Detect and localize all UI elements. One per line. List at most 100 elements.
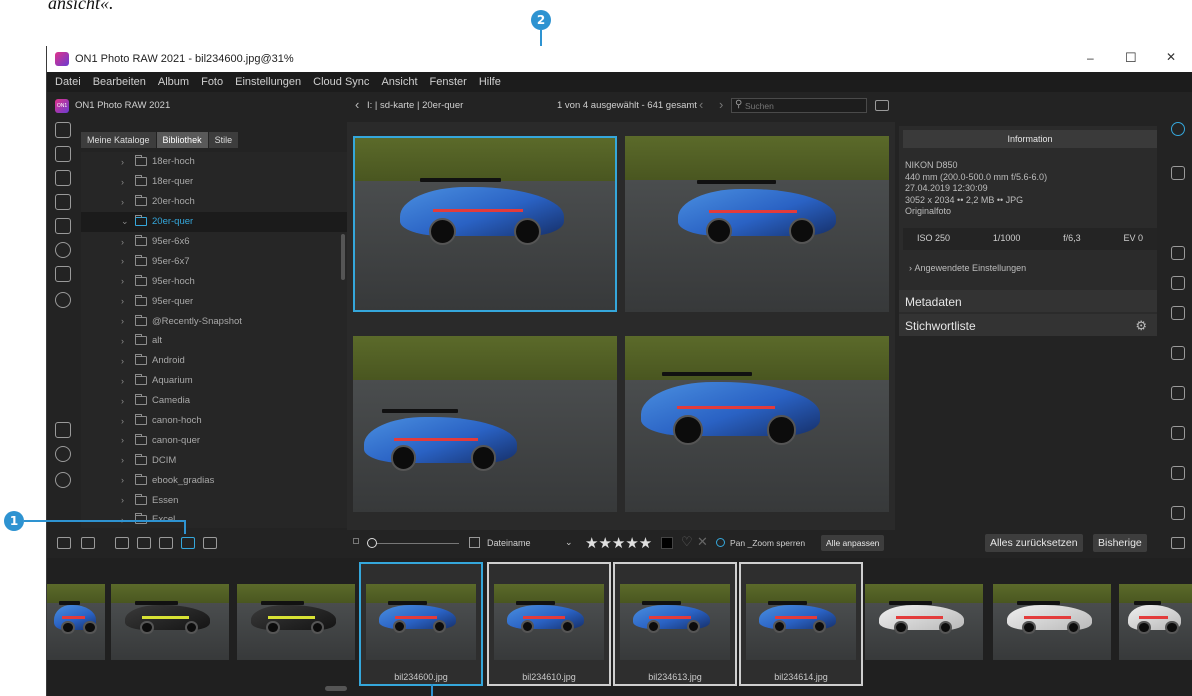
portrait-icon[interactable] <box>1171 306 1185 320</box>
upload-icon[interactable] <box>1171 506 1185 520</box>
print-icon[interactable] <box>1171 426 1185 440</box>
tab-my-catalogs[interactable]: Meine Kataloge <box>81 132 156 148</box>
cloud-icon[interactable] <box>55 242 71 258</box>
chevron-right-icon[interactable]: › <box>121 336 131 346</box>
folder-item[interactable]: › canon-quer <box>81 430 347 450</box>
sun-icon[interactable] <box>55 292 71 308</box>
reset-all-button[interactable]: Alles zurücksetzen <box>985 534 1083 552</box>
map-view-icon[interactable] <box>203 537 217 549</box>
folder-item[interactable]: › 95er-6x6 <box>81 232 347 252</box>
chevron-right-icon[interactable]: › <box>121 356 131 366</box>
menu-item-1[interactable]: Bearbeiten <box>93 76 146 88</box>
fit-all-button[interactable]: Alle anpassen <box>821 535 885 551</box>
folder-item[interactable]: › ebook_gradias <box>81 470 347 490</box>
tab-styles[interactable]: Stile <box>208 132 239 148</box>
sort-chevron-icon[interactable]: ⌄ <box>565 537 573 548</box>
prev-arrow-icon[interactable]: ‹ <box>699 97 703 112</box>
layers-icon[interactable] <box>1171 246 1185 260</box>
next-arrow-icon[interactable]: › <box>719 97 723 112</box>
chevron-right-icon[interactable]: › <box>121 396 131 406</box>
develop-icon[interactable] <box>1171 166 1185 180</box>
filmstrip-icon[interactable] <box>81 537 95 549</box>
menu-item-2[interactable]: Album <box>158 76 189 88</box>
heart-icon[interactable]: ♡ <box>681 534 693 550</box>
folder-item[interactable]: › @Recently-Snapshot <box>81 311 347 331</box>
filmstrip-frame[interactable]: bil234610.jpg <box>487 562 611 686</box>
color-label-swatch[interactable] <box>661 537 673 549</box>
plus-icon[interactable] <box>55 122 71 138</box>
folder-item[interactable]: › alt <box>81 331 347 351</box>
chevron-right-icon[interactable]: › <box>121 197 131 207</box>
chevron-down-icon[interactable]: ⌄ <box>121 216 131 227</box>
filmstrip-frame[interactable]: bil234614.jpg <box>739 562 863 686</box>
chevron-right-icon[interactable]: › <box>121 435 131 445</box>
info-tab[interactable]: Information <box>903 130 1157 148</box>
tab-library[interactable]: Bibliothek <box>156 132 208 148</box>
filmstrip-frame[interactable]: bil234600.jpg <box>359 562 483 686</box>
folder-item[interactable]: › 95er-hoch <box>81 271 347 291</box>
chevron-right-icon[interactable]: › <box>121 495 131 505</box>
zoom-slider-thumb[interactable] <box>367 538 377 548</box>
filmstrip-view-icon[interactable] <box>159 537 173 549</box>
filmstrip-scroll-handle[interactable] <box>325 686 347 691</box>
pan-zoom-toggle[interactable] <box>716 538 725 547</box>
drive-icon[interactable] <box>55 218 71 234</box>
menu-item-5[interactable]: Cloud Sync <box>313 76 369 88</box>
gear-icon[interactable]: ⚙ <box>1135 318 1147 334</box>
panel-left-icon[interactable] <box>57 537 71 549</box>
filmstrip-thumb[interactable] <box>47 584 105 660</box>
rating-stars[interactable]: ★★★★★ <box>585 534 652 552</box>
filmstrip-thumb[interactable] <box>993 584 1111 660</box>
share-icon[interactable] <box>1171 466 1185 480</box>
chevron-right-icon[interactable]: › <box>121 455 131 465</box>
folder-item[interactable]: › 95er-6x7 <box>81 251 347 271</box>
grid-photo-2[interactable] <box>625 136 889 312</box>
breadcrumb[interactable]: I: | sd-karte | 20er-quer <box>367 100 463 111</box>
chevron-right-icon[interactable]: › <box>121 376 131 386</box>
monitor-icon[interactable] <box>55 146 71 162</box>
chevron-right-icon[interactable]: › <box>121 237 131 247</box>
folder-cloud-icon[interactable] <box>55 194 71 210</box>
menu-item-6[interactable]: Ansicht <box>381 76 417 88</box>
help-icon[interactable] <box>55 472 71 488</box>
panel-right-icon[interactable] <box>1171 537 1185 549</box>
chevron-right-icon[interactable]: › <box>121 296 131 306</box>
export-icon[interactable] <box>1171 386 1185 400</box>
grid-photo-1[interactable] <box>353 136 617 312</box>
maximize-button[interactable]: ☐ <box>1125 50 1137 66</box>
folder-item[interactable]: › 18er-hoch <box>81 152 347 172</box>
applied-settings-row[interactable]: › Angewendete Einstellungen <box>903 258 1157 280</box>
filmstrip-thumb[interactable] <box>865 584 983 660</box>
detail-view-icon[interactable] <box>137 537 151 549</box>
search-input[interactable] <box>745 100 863 111</box>
user-icon[interactable] <box>55 446 71 462</box>
menu-item-0[interactable]: Datei <box>55 76 81 88</box>
back-arrow-icon[interactable]: ‹ <box>355 97 359 112</box>
minimize-button[interactable]: – <box>1087 51 1094 65</box>
chevron-right-icon[interactable]: › <box>121 177 131 187</box>
chevron-right-icon[interactable]: › <box>121 316 131 326</box>
menu-item-4[interactable]: Einstellungen <box>235 76 301 88</box>
folder-item[interactable]: › Android <box>81 351 347 371</box>
albums-icon[interactable] <box>55 266 71 282</box>
chevron-right-icon[interactable]: › <box>121 256 131 266</box>
effects-icon[interactable] <box>1171 276 1185 290</box>
menu-item-3[interactable]: Foto <box>201 76 223 88</box>
previous-button[interactable]: Bisherige <box>1093 534 1147 552</box>
reject-icon[interactable]: ✕ <box>697 534 708 550</box>
grid-photo-4[interactable] <box>625 336 889 512</box>
plugin-icon[interactable] <box>55 422 71 438</box>
menu-item-8[interactable]: Hilfe <box>479 76 501 88</box>
sort-field[interactable]: Dateiname <box>487 538 531 548</box>
folder-item[interactable]: › Camedia <box>81 391 347 411</box>
browse-icon[interactable] <box>1171 122 1185 136</box>
chevron-right-icon[interactable]: › <box>121 276 131 286</box>
filmstrip-thumb[interactable] <box>111 584 229 660</box>
local-icon[interactable] <box>1171 346 1185 360</box>
close-button[interactable]: ✕ <box>1166 50 1176 64</box>
folder-item[interactable]: › Aquarium <box>81 371 347 391</box>
folder-item[interactable]: › Essen <box>81 490 347 510</box>
chevron-right-icon[interactable]: › <box>121 416 131 426</box>
folder-item[interactable]: › DCIM <box>81 450 347 470</box>
filmstrip-thumb[interactable] <box>1119 584 1192 660</box>
